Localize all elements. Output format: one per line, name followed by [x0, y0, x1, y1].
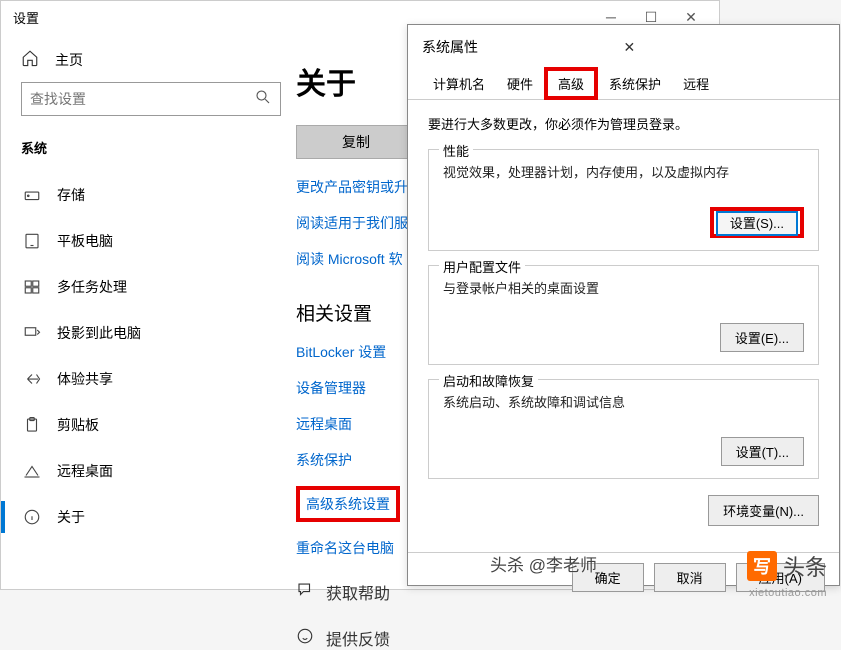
- info-icon: [21, 508, 43, 526]
- startup-desc: 系统启动、系统故障和调试信息: [443, 392, 804, 411]
- feedback-row[interactable]: 提供反馈: [296, 626, 699, 650]
- clipboard-icon: [21, 416, 43, 434]
- home-icon: [21, 49, 43, 70]
- profile-desc: 与登录帐户相关的桌面设置: [443, 278, 804, 297]
- project-icon: [21, 324, 43, 342]
- search-input[interactable]: [30, 91, 254, 107]
- help-icon: [296, 581, 316, 604]
- dialog-title: 系统属性: [422, 37, 624, 57]
- cancel-button[interactable]: 取消: [654, 563, 726, 592]
- feedback-icon: [296, 627, 316, 650]
- dialog-header: 系统属性 ✕: [408, 25, 839, 67]
- perf-desc: 视觉效果，处理器计划，内存使用，以及虚拟内存: [443, 162, 804, 181]
- perf-legend: 性能: [439, 141, 473, 160]
- dialog-tabs: 计算机名 硬件 高级 系统保护 远程: [408, 67, 839, 100]
- sidebar: 主页 系统 存储 平板电脑 多任务处理 投影到此电脑 体验共享 剪贴板 远程桌面…: [1, 33, 296, 589]
- copy-button[interactable]: 复制: [296, 125, 416, 159]
- startup-fieldset: 启动和故障恢复 系统启动、系统故障和调试信息 设置(T)...: [428, 379, 819, 479]
- nav-project[interactable]: 投影到此电脑: [21, 313, 276, 353]
- perf-fieldset: 性能 视觉效果，处理器计划，内存使用，以及虚拟内存 设置(S)...: [428, 149, 819, 251]
- dialog-close-button[interactable]: ✕: [624, 39, 826, 56]
- tab-advanced[interactable]: 高级: [544, 67, 598, 100]
- watermark-text: 头杀 @李老师: [490, 551, 597, 576]
- profile-legend: 用户配置文件: [439, 257, 525, 276]
- startup-legend: 启动和故障恢复: [439, 371, 538, 390]
- tab-protect[interactable]: 系统保护: [598, 67, 672, 100]
- nav-tablet[interactable]: 平板电脑: [21, 221, 276, 261]
- nav-experience[interactable]: 体验共享: [21, 359, 276, 399]
- startup-settings-button[interactable]: 设置(T)...: [721, 437, 804, 466]
- watermark-badge: 写: [747, 551, 777, 581]
- perf-settings-button[interactable]: 设置(S)...: [716, 211, 798, 236]
- multitask-icon: [21, 278, 43, 296]
- home-nav[interactable]: 主页: [21, 49, 276, 70]
- link-adv-sys[interactable]: 高级系统设置: [306, 494, 390, 514]
- search-box[interactable]: [21, 82, 281, 116]
- nav-remote[interactable]: 远程桌面: [21, 451, 276, 491]
- profile-fieldset: 用户配置文件 与登录帐户相关的桌面设置 设置(E)...: [428, 265, 819, 365]
- home-label: 主页: [55, 50, 83, 70]
- system-properties-dialog: 系统属性 ✕ 计算机名 硬件 高级 系统保护 远程 要进行大多数更改，你必须作为…: [407, 24, 840, 586]
- nav-clipboard[interactable]: 剪贴板: [21, 405, 276, 445]
- remote-icon: [21, 462, 43, 480]
- tablet-icon: [21, 232, 43, 250]
- watermark-brand: 写 头条: [747, 550, 827, 582]
- watermark-brand-text: 头条: [783, 550, 827, 582]
- admin-notice: 要进行大多数更改，你必须作为管理员登录。: [428, 114, 819, 133]
- search-icon: [254, 88, 272, 111]
- drive-icon: [21, 186, 43, 204]
- tab-remote[interactable]: 远程: [672, 67, 720, 100]
- watermark-url: xietoutiao.com: [749, 587, 827, 599]
- profile-settings-button[interactable]: 设置(E)...: [720, 323, 804, 352]
- tab-hardware[interactable]: 硬件: [496, 67, 544, 100]
- tab-computer[interactable]: 计算机名: [422, 67, 496, 100]
- share-icon: [21, 370, 43, 388]
- section-label: 系统: [21, 138, 276, 157]
- env-vars-button[interactable]: 环境变量(N)...: [708, 495, 819, 526]
- nav-storage[interactable]: 存储: [21, 175, 276, 215]
- nav-about[interactable]: 关于: [21, 497, 276, 537]
- nav-multitask[interactable]: 多任务处理: [21, 267, 276, 307]
